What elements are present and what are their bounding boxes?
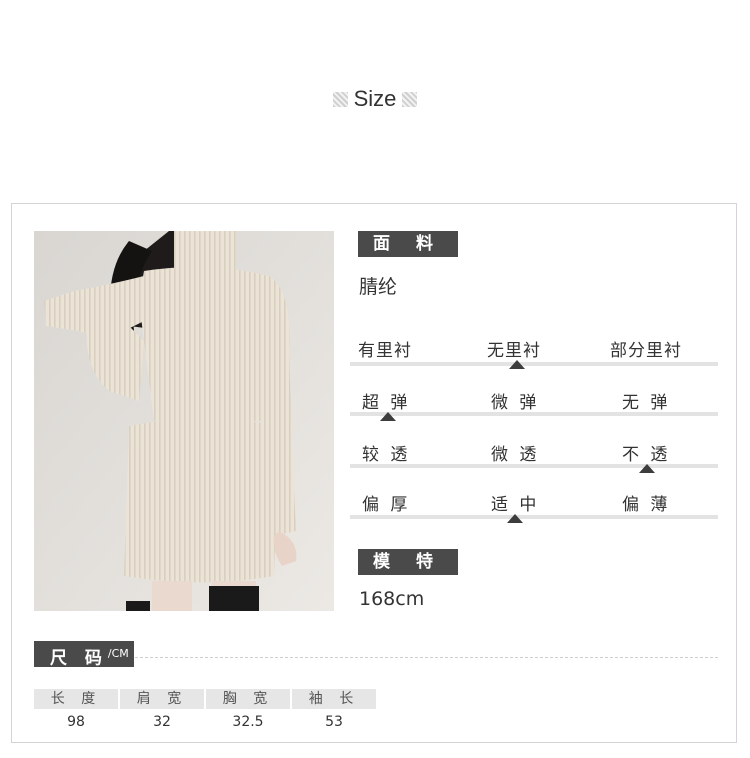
fabric-value: 腈纶 (359, 276, 398, 298)
transparency-option-2: 微 透 (491, 445, 540, 465)
lining-option-3: 部分里衬 (610, 341, 682, 361)
thickness-indicator-icon (507, 514, 523, 523)
transparency-scale-bar (350, 464, 718, 468)
fabric-tag: 面 料 (358, 231, 458, 257)
size-header-sleeve: 袖 长 (292, 689, 376, 709)
size-header-chest: 胸 宽 (206, 689, 290, 709)
elasticity-option-3: 无 弹 (622, 393, 671, 413)
lining-indicator-icon (509, 360, 525, 369)
thickness-scale-bar (350, 515, 718, 519)
thickness-option-1: 偏 厚 (362, 495, 411, 515)
elasticity-scale-bar (350, 412, 718, 416)
size-value-length: 98 (67, 714, 85, 730)
size-chart-label: 尺 码 (50, 648, 108, 669)
model-wearing-sweater-dress-illustration (34, 231, 334, 611)
size-chart-divider (135, 657, 718, 658)
model-height-value: 168cm (359, 588, 425, 610)
size-heading-text: Size (353, 86, 397, 111)
elasticity-option-1: 超 弹 (362, 393, 411, 413)
lining-option-2: 无里衬 (487, 341, 541, 361)
size-value-chest: 32.5 (232, 714, 264, 730)
size-header-shoulder: 肩 宽 (120, 689, 204, 709)
size-header-length: 长 度 (34, 689, 118, 709)
elasticity-option-2: 微 弹 (491, 393, 540, 413)
lining-scale-bar (350, 362, 718, 366)
product-photo (34, 231, 334, 611)
thickness-option-3: 偏 薄 (622, 495, 671, 515)
pattern-square-icon (332, 92, 348, 107)
size-chart-unit: /CM (107, 647, 129, 660)
size-value-sleeve: 53 (325, 714, 343, 730)
size-value-shoulder: 32 (153, 714, 171, 730)
pattern-square-icon (402, 92, 418, 107)
size-chart-tag: 尺 码/CM (34, 641, 134, 669)
transparency-option-1: 较 透 (362, 445, 411, 465)
lining-option-1: 有里衬 (358, 341, 412, 361)
transparency-indicator-icon (639, 464, 655, 473)
model-tag: 模 特 (358, 549, 458, 575)
transparency-option-3: 不 透 (622, 445, 671, 465)
size-heading: Size (0, 86, 750, 112)
elasticity-indicator-icon (380, 412, 396, 421)
thickness-option-2: 适 中 (491, 495, 540, 515)
